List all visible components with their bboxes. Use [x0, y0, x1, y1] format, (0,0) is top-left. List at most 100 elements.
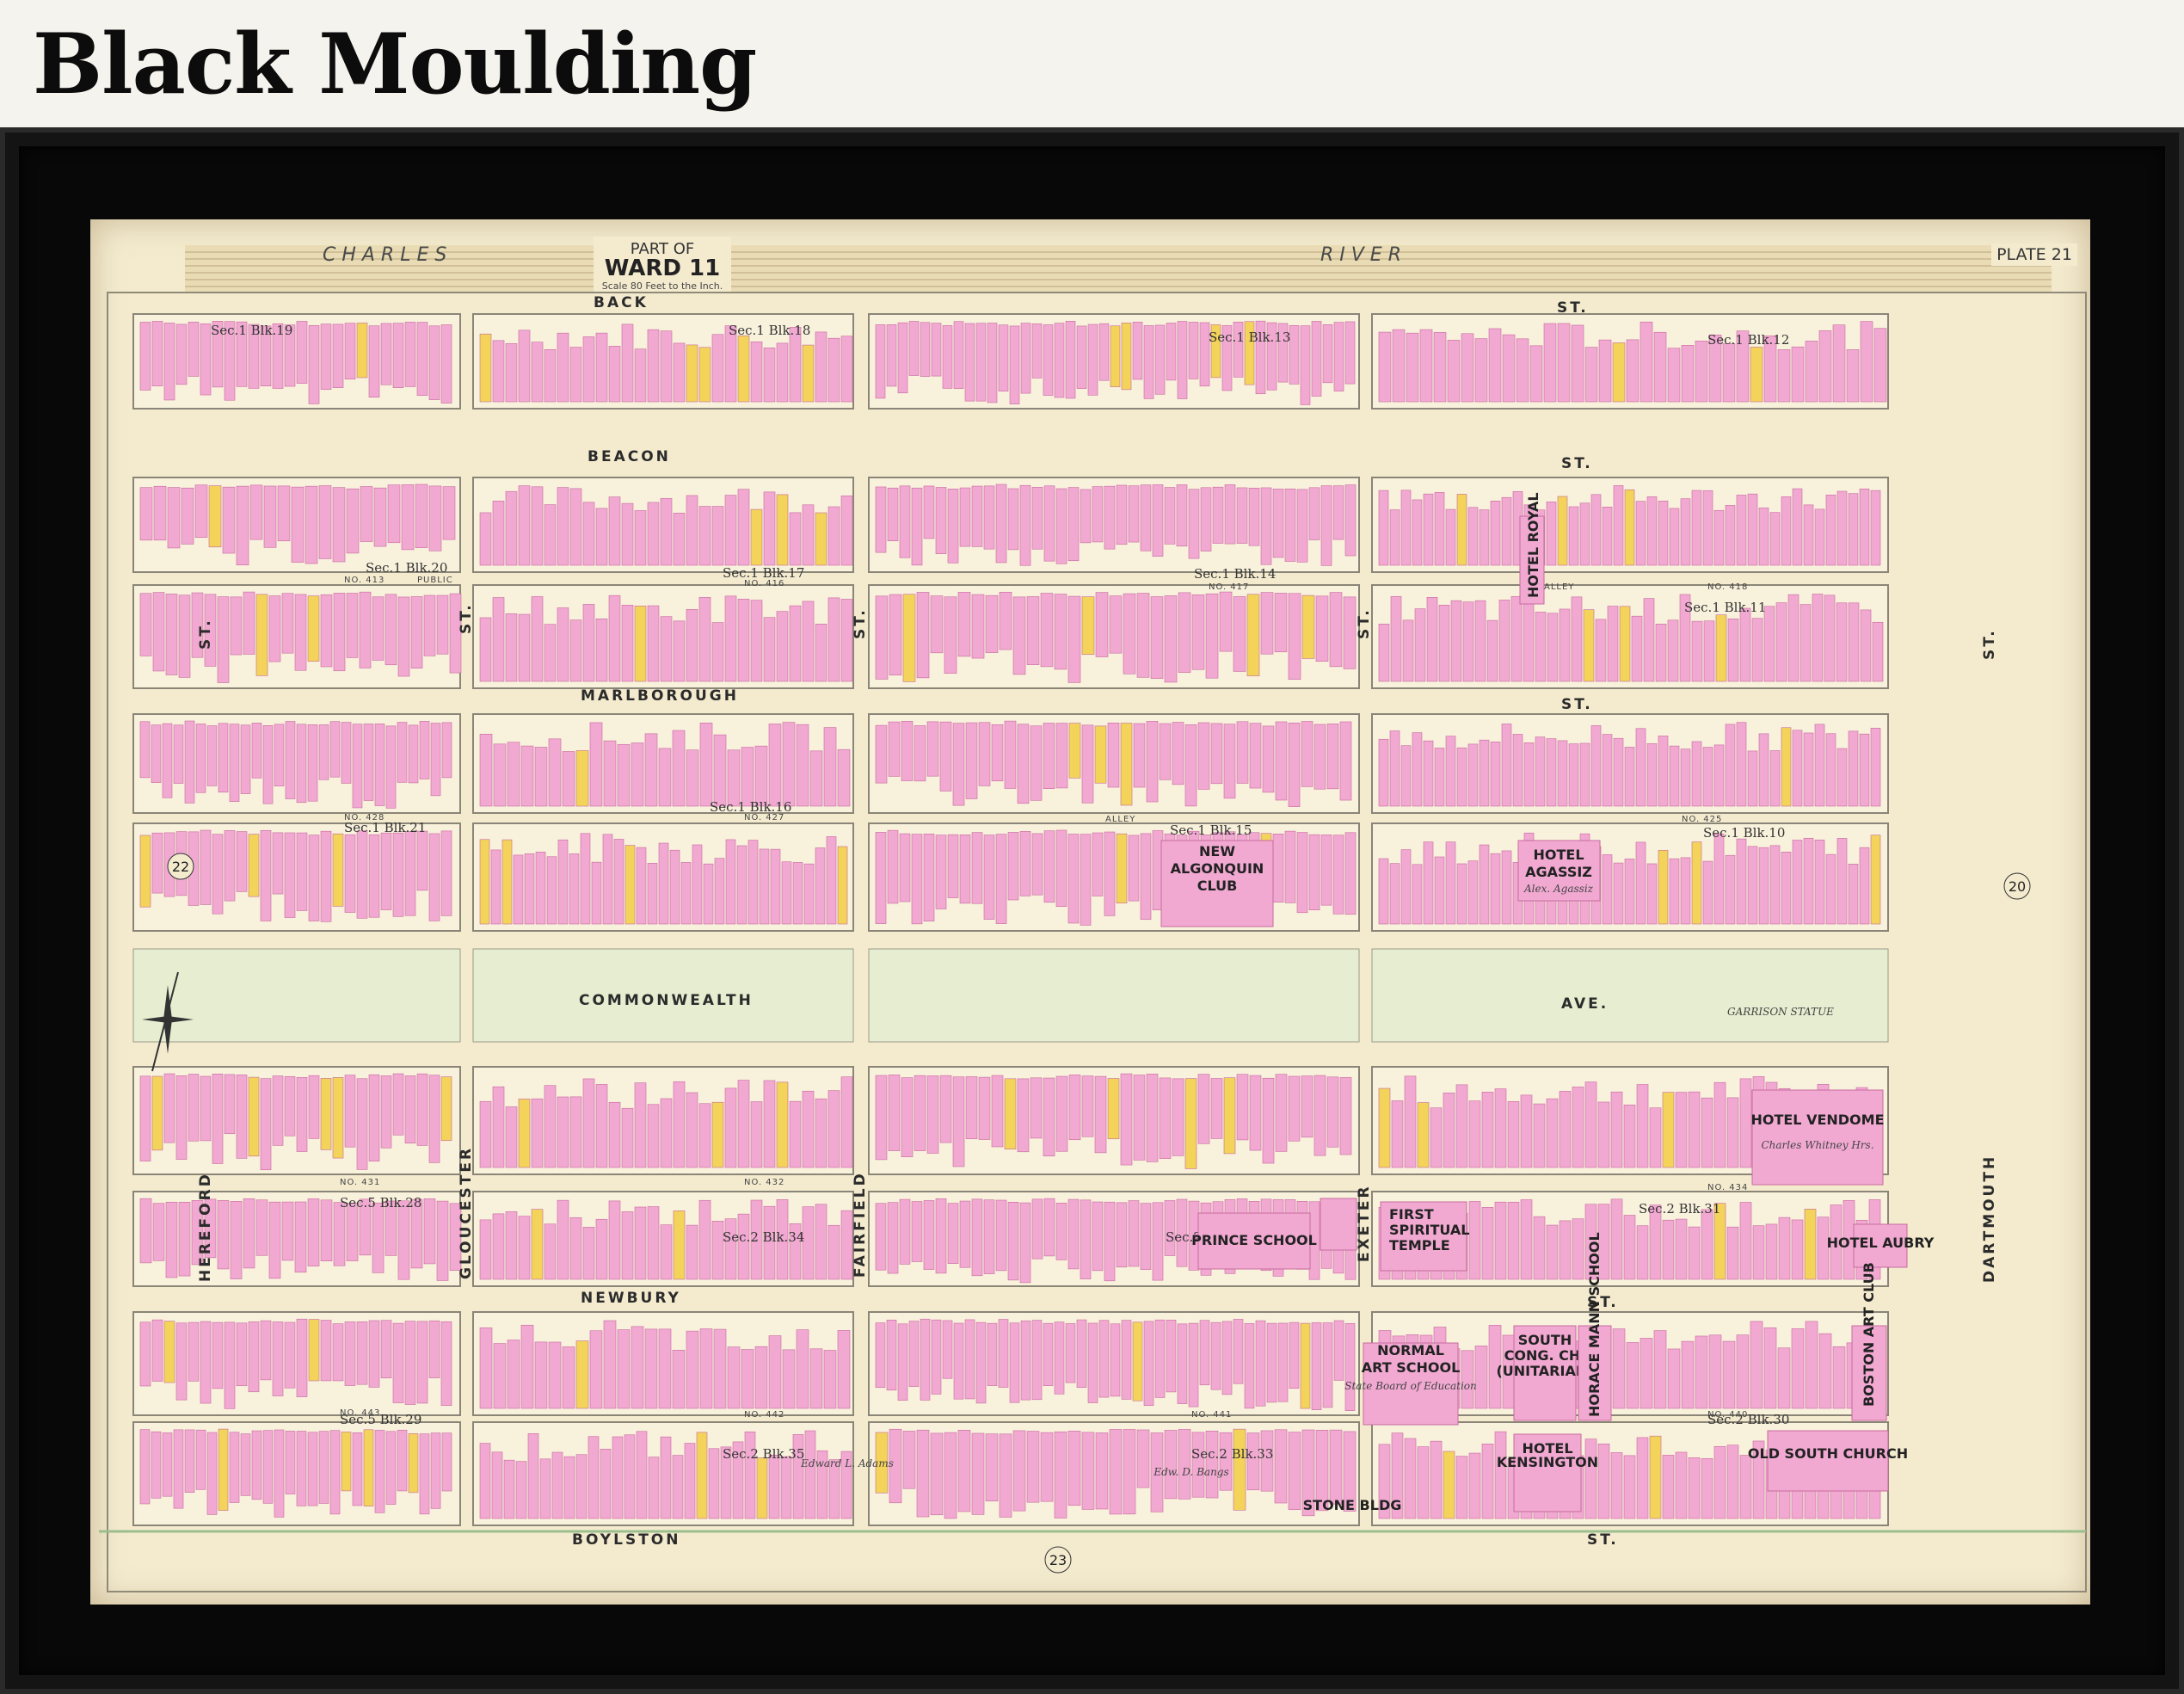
building-lot — [1751, 618, 1763, 682]
building-lot — [139, 1198, 152, 1264]
building-lot — [754, 1346, 768, 1409]
fairfield-street-label: FAIRFIELD — [852, 1171, 869, 1278]
building-lot — [1080, 489, 1092, 544]
building-lot — [308, 1075, 320, 1139]
first-spiritual-label-1: FIRST — [1389, 1206, 1434, 1223]
svg-text:23: 23 — [1049, 1552, 1067, 1568]
building-lot — [1067, 834, 1080, 924]
building-lot — [1468, 1100, 1481, 1168]
building-lot — [1164, 1430, 1178, 1500]
building-lot — [1244, 1323, 1255, 1409]
building-lot — [660, 330, 673, 403]
commonwealth-ave-suffix: AVE. — [1561, 995, 1609, 1013]
building-lot — [1702, 747, 1713, 807]
building-lot — [479, 333, 492, 403]
building-lot — [899, 1198, 911, 1265]
building-lot — [1322, 1322, 1333, 1408]
building-lot — [1557, 323, 1571, 403]
building-lot — [1191, 594, 1205, 670]
building-lot — [1313, 1075, 1326, 1156]
building-lot — [1026, 596, 1040, 665]
building-lot — [737, 489, 750, 566]
building-lot — [503, 1459, 515, 1519]
building-lot — [1300, 325, 1311, 405]
building-lot — [1571, 596, 1583, 682]
city-block — [868, 584, 1360, 689]
building-lot — [359, 591, 372, 668]
building-lot — [959, 834, 971, 904]
building-lot — [296, 724, 307, 804]
building-lot — [595, 332, 608, 403]
building-lot — [544, 504, 557, 566]
building-lot — [647, 329, 660, 403]
building-lot — [636, 847, 647, 925]
building-lot — [1456, 863, 1467, 925]
building-lot — [392, 323, 404, 388]
building-lot — [634, 510, 647, 566]
building-lot — [1104, 831, 1116, 916]
building-lot — [139, 721, 151, 779]
building-lot — [285, 721, 296, 799]
building-lot — [416, 830, 428, 891]
building-lot — [1468, 1452, 1481, 1519]
building-lot — [1288, 1432, 1301, 1511]
building-lot — [548, 1341, 562, 1409]
building-lot — [602, 834, 613, 925]
building-lot — [1289, 325, 1300, 385]
building-lot — [1818, 1333, 1832, 1409]
building-lot — [1012, 1430, 1026, 1512]
exeter-street-label: EXETER — [1356, 1184, 1373, 1262]
building-lot — [1092, 486, 1104, 543]
building-lot — [1701, 1458, 1713, 1519]
building-lot — [1136, 1429, 1150, 1488]
building-lot — [724, 1218, 737, 1280]
building-lot — [789, 1100, 802, 1168]
building-lot — [332, 323, 344, 388]
building-lot — [518, 330, 531, 403]
building-lot — [1178, 592, 1191, 673]
building-lot — [332, 833, 344, 907]
building-lot — [263, 485, 277, 548]
building-lot — [1017, 1078, 1030, 1153]
building-lot — [255, 594, 268, 676]
building-lot — [617, 1329, 631, 1409]
building-lot — [1680, 748, 1691, 807]
building-lot — [1739, 1078, 1752, 1168]
building-lot — [1635, 841, 1646, 925]
building-lot — [1087, 1322, 1098, 1403]
building-lot — [1406, 332, 1419, 403]
building-lot — [1233, 1319, 1244, 1384]
building-lot — [440, 324, 452, 403]
building-lot — [1390, 595, 1402, 682]
building-lot — [320, 830, 332, 922]
building-lot — [1765, 1223, 1778, 1280]
building-lot — [260, 1320, 272, 1381]
building-lot — [1043, 1198, 1055, 1257]
alley-label: ALLEY — [1105, 815, 1135, 824]
building-lot — [1450, 600, 1462, 682]
building-lot — [139, 593, 152, 656]
building-lot — [944, 1432, 957, 1519]
building-lot — [750, 508, 763, 566]
building-lot — [490, 849, 501, 925]
building-lot — [167, 487, 181, 549]
marlborough-street-label: MARLBOROUGH — [581, 687, 739, 705]
first-spiritual-label-2: SPIRITUAL — [1389, 1222, 1469, 1238]
building-lot — [520, 745, 534, 807]
building-lot — [750, 600, 763, 682]
building-lot — [1713, 509, 1725, 566]
building-lot — [660, 498, 673, 566]
building-lot — [1736, 495, 1747, 566]
alley-label: NO. 442 — [744, 1410, 784, 1420]
building-lot — [368, 1320, 380, 1388]
vendome-owner: Charles Whitney Hrs. — [1761, 1139, 1873, 1151]
building-lot — [1814, 839, 1825, 925]
building-lot — [544, 1085, 557, 1168]
building-lot — [1434, 856, 1445, 925]
city-block — [472, 477, 854, 573]
building-lot — [1308, 834, 1320, 910]
building-lot — [1030, 725, 1043, 801]
building-lot — [595, 1218, 608, 1280]
building-lot — [408, 1433, 419, 1494]
building-lot — [569, 1217, 582, 1280]
